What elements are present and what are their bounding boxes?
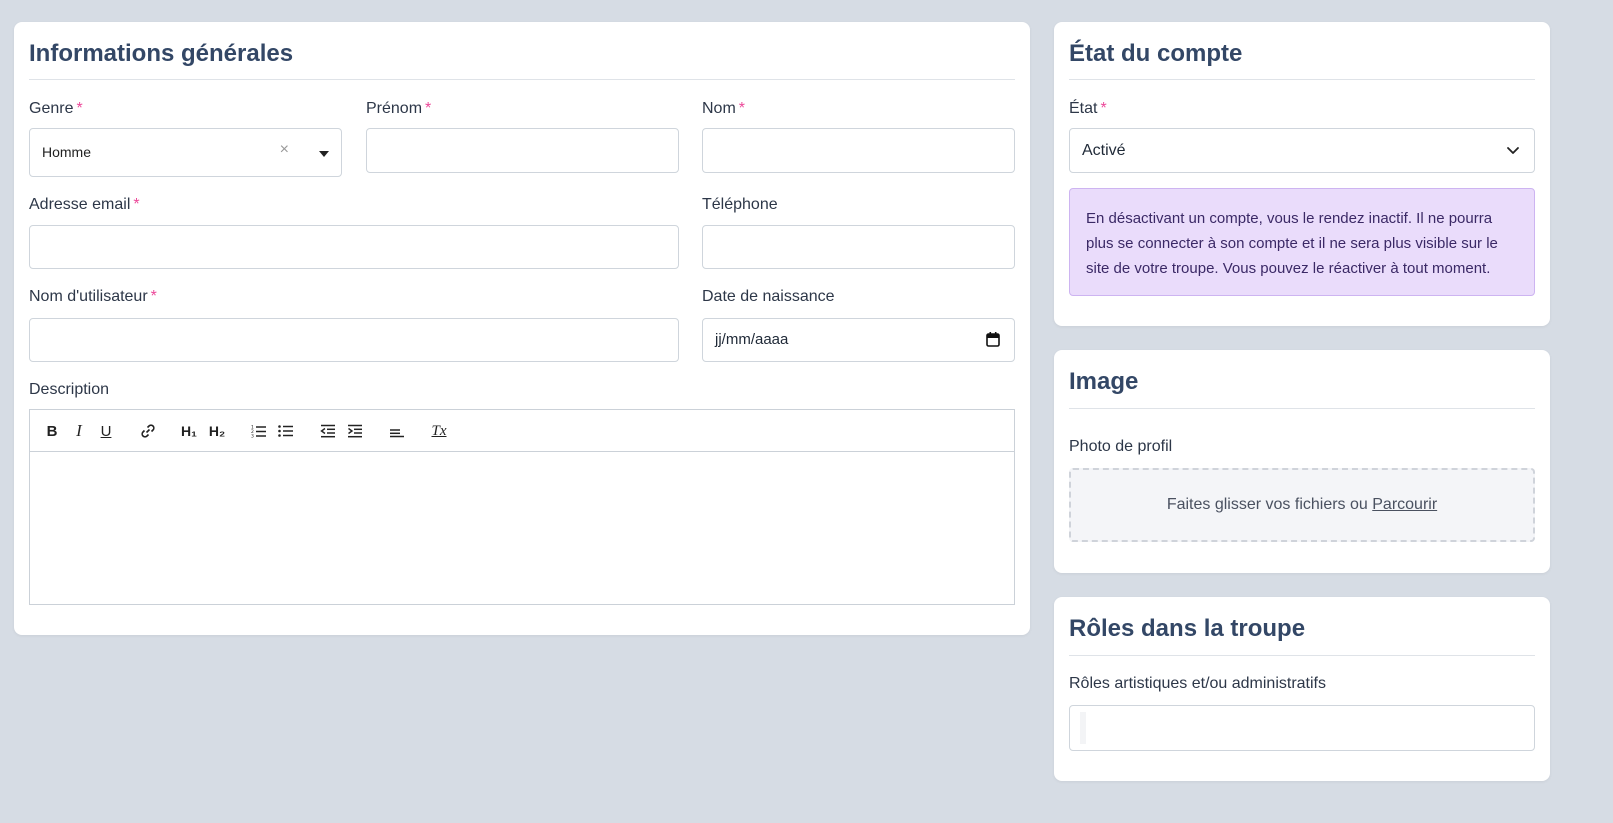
caret-down-icon[interactable] [319, 151, 329, 157]
clear-format-label: Tx [431, 422, 447, 439]
prenom-label: Prénom * [366, 100, 431, 118]
nom-label-text: Nom [702, 100, 736, 117]
username-input[interactable] [30, 319, 678, 361]
roles-divider [1069, 655, 1535, 656]
username-field[interactable] [29, 318, 679, 362]
editor-content[interactable] [30, 453, 1014, 604]
birthdate-placeholder: jj/mm/aaaa [715, 331, 789, 348]
roles-multiselect[interactable] [1069, 705, 1535, 751]
state-label: État * [1069, 100, 1107, 118]
nom-label: Nom * [702, 100, 745, 118]
indent-icon[interactable] [344, 420, 366, 442]
account-state-card: État du compte État * Activé En désactiva… [1054, 22, 1550, 326]
prenom-input[interactable] [367, 129, 678, 172]
telephone-input[interactable] [703, 226, 1014, 268]
svg-text:3: 3 [251, 434, 254, 439]
nom-input[interactable] [703, 129, 1014, 172]
birthdate-label: Date de naissance [702, 288, 835, 305]
outdent-icon[interactable] [317, 420, 339, 442]
username-label: Nom d'utilisateur * [29, 288, 157, 306]
link-icon[interactable] [137, 420, 159, 442]
state-selected-value: Activé [1082, 142, 1126, 159]
description-editor[interactable]: B I U H₁ H₂ 123 Tx [29, 409, 1015, 605]
general-info-title: Informations générales [29, 40, 294, 67]
description-label: Description [29, 381, 110, 398]
ordered-list-icon[interactable]: 123 [248, 420, 270, 442]
genre-label-text: Genre [29, 100, 74, 117]
roles-card: Rôles dans la troupe Rôles artistiques e… [1054, 597, 1550, 781]
image-divider [1069, 408, 1535, 409]
underline-button[interactable]: U [95, 420, 117, 442]
heading1-button[interactable]: H₁ [178, 420, 200, 442]
bold-button[interactable]: B [41, 420, 63, 442]
chevron-down-icon[interactable] [1506, 143, 1520, 162]
general-info-card: Informations générales Genre * Homme × Pr… [14, 22, 1030, 635]
italic-button[interactable]: I [68, 420, 90, 442]
clear-format-button[interactable]: Tx [428, 420, 450, 442]
calendar-icon[interactable] [986, 331, 1000, 352]
general-info-divider [29, 79, 1015, 80]
bullet-list-icon[interactable] [275, 420, 297, 442]
editor-toolbar: B I U H₁ H₂ 123 Tx [30, 410, 1014, 452]
state-select[interactable]: Activé [1069, 128, 1535, 173]
account-state-divider [1069, 79, 1535, 80]
email-label-text: Adresse email [29, 196, 131, 213]
required-marker: * [76, 100, 83, 117]
browse-link[interactable]: Parcourir [1372, 496, 1437, 513]
genre-clear-icon[interactable]: × [280, 141, 289, 159]
photo-dropzone[interactable]: Faites glisser vos fichiers ou Parcourir [1069, 468, 1535, 542]
required-marker: * [738, 100, 746, 117]
username-label-text: Nom d'utilisateur [29, 288, 148, 305]
account-state-title: État du compte [1069, 40, 1243, 67]
photo-label: Photo de profil [1069, 438, 1173, 455]
birthdate-field[interactable]: jj/mm/aaaa [702, 318, 1015, 362]
image-title: Image [1069, 368, 1139, 395]
required-marker: * [133, 196, 140, 213]
email-input[interactable] [30, 226, 678, 268]
heading2-button[interactable]: H₂ [206, 420, 228, 442]
email-field[interactable] [29, 225, 679, 269]
genre-select[interactable]: Homme × [29, 128, 342, 177]
nom-field[interactable] [702, 128, 1015, 173]
image-card: Image Photo de profil Faites glisser vos… [1054, 350, 1550, 573]
prenom-label-text: Prénom [366, 100, 423, 117]
roles-title: Rôles dans la troupe [1069, 615, 1306, 642]
deactivation-notice: En désactivant un compte, vous le rendez… [1069, 188, 1535, 296]
genre-label: Genre * [29, 100, 83, 118]
required-marker: * [1100, 100, 1107, 117]
roles-search-cursor[interactable] [1080, 712, 1086, 744]
dropzone-text: Faites glisser vos fichiers ou [1166, 496, 1368, 513]
align-icon[interactable] [386, 420, 408, 442]
email-label: Adresse email * [29, 196, 140, 214]
required-marker: * [425, 100, 432, 117]
required-marker: * [150, 288, 157, 305]
genre-selected-value: Homme [42, 144, 92, 160]
state-label-text: État [1069, 100, 1098, 117]
roles-label: Rôles artistiques et/ou administratifs [1069, 675, 1326, 692]
telephone-label: Téléphone [702, 196, 778, 213]
prenom-field[interactable] [366, 128, 679, 173]
telephone-field[interactable] [702, 225, 1015, 269]
